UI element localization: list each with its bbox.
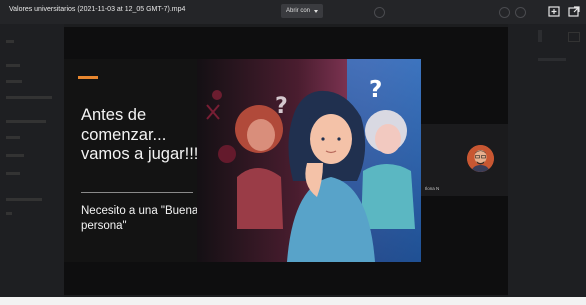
dimmed-sidebar: [0, 24, 64, 305]
page-bottom-strip: [0, 297, 586, 305]
add-to-drive-icon[interactable]: [548, 6, 560, 17]
thinking-women-illustration: ? ?: [197, 59, 421, 262]
slide-divider: [81, 192, 193, 193]
participant-name: Ilona N: [425, 186, 440, 191]
slide-accent-bar: [78, 76, 98, 79]
slide-heading: Antes de comenzar... vamos a jugar!!!: [81, 106, 199, 163]
viewer-top-bar: Valores universitarios (2021-11-03 at 12…: [0, 0, 586, 24]
dimmed-toolbar-icon: [499, 7, 510, 18]
svg-text:?: ?: [275, 94, 288, 119]
open-in-new-window-icon[interactable]: [568, 6, 580, 17]
person-avatar: [467, 145, 494, 172]
dimmed-right-panel: [508, 24, 586, 305]
open-with-label: Abrir con: [286, 8, 311, 14]
caret-down-icon: [314, 9, 319, 13]
slide-text-area: Antes de comenzar... vamos a jugar!!! Ne…: [64, 59, 198, 262]
presentation-slide: Antes de comenzar... vamos a jugar!!! Ne…: [64, 59, 421, 262]
dimmed-toolbar-icon: [374, 7, 385, 18]
slide-subheading: Necesito a una "Buena persona": [81, 205, 199, 232]
dimmed-toolbar-icon: [515, 7, 526, 18]
open-with-button[interactable]: Abrir con: [281, 4, 324, 18]
video-viewer: Valores universitarios (2021-11-03 at 12…: [0, 0, 586, 305]
svg-text:?: ?: [369, 77, 382, 103]
file-title: Valores universitarios (2021-11-03 at 12…: [9, 6, 186, 13]
participant-tile: Ilona N: [421, 124, 508, 196]
